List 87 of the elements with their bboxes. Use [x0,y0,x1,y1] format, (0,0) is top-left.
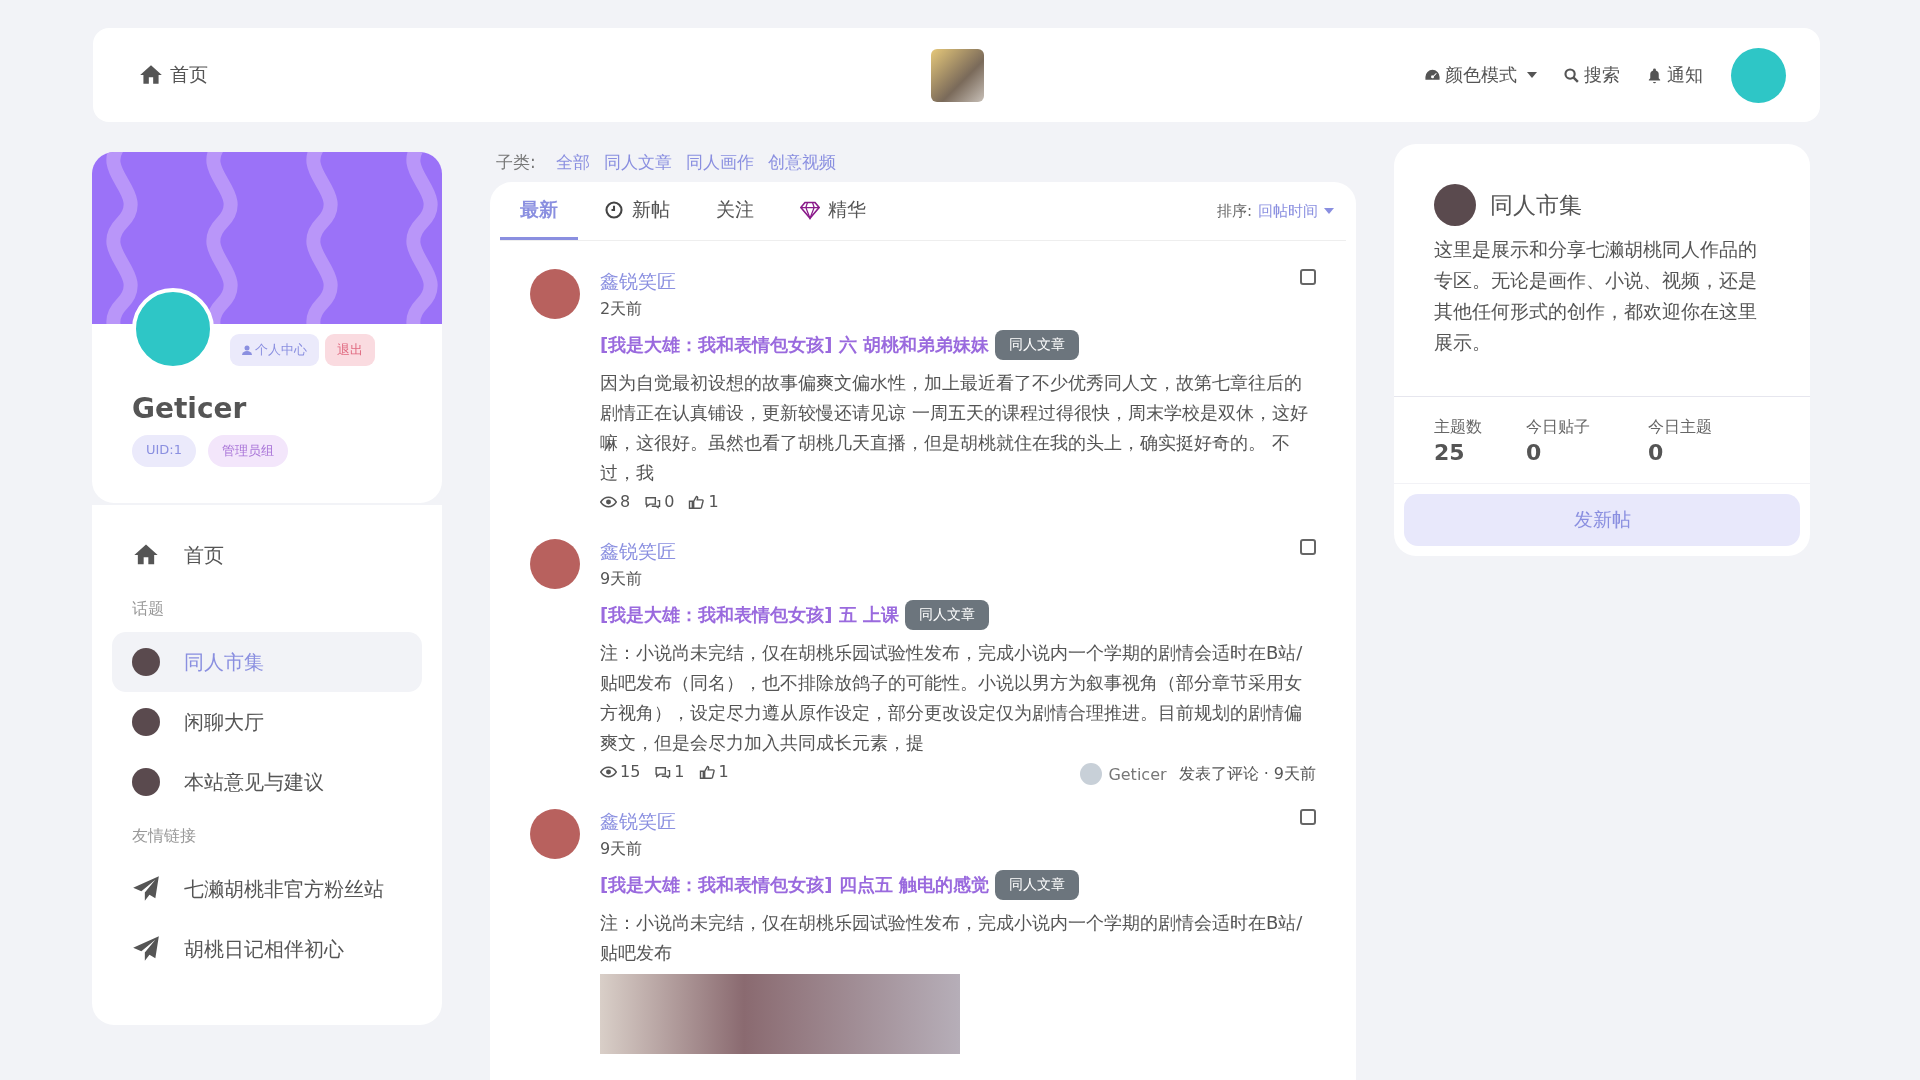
author-avatar[interactable] [530,539,580,589]
post-time: 2天前 [600,299,644,320]
category-link[interactable]: 同人文章 [603,150,672,174]
post-title[interactable]: [我是大雄：我和表情包女孩] 五 上课 [600,603,899,627]
eye-icon [600,494,617,509]
clock-icon [604,199,624,220]
user-name: Geticer [132,392,248,425]
sidebar-item[interactable]: 闲聊大厅 [112,692,422,752]
stat-value: 25 [1434,440,1466,465]
view-count: 15 [600,762,641,781]
sort-dropdown[interactable]: 回帖时间 [1258,201,1334,221]
gem-icon [800,199,820,220]
bell-icon [1646,66,1663,84]
topic-description: 这里是展示和分享七濑胡桃同人作品的专区。无论是画作、小说、视频，还是其他任何形式的创作，都欢迎你在这里展示。 [1434,237,1758,355]
new-post-button[interactable]: 发新帖 [1404,494,1800,546]
nav-link[interactable]: 颜色模式 [1424,63,1537,87]
thumbs-up-icon [698,764,716,779]
select-checkbox[interactable] [1300,269,1316,285]
category-tag[interactable]: 同人文章 [995,330,1079,360]
category-tag[interactable]: 同人文章 [995,870,1079,900]
topic-name: 同人市集 [1490,190,1582,220]
eye-icon [600,764,617,779]
nav-link[interactable]: 通知 [1646,63,1703,87]
author-name[interactable]: 鑫锐笑匠 [600,269,676,295]
feed-tab[interactable]: 关注 [696,182,774,240]
reply-user[interactable]: Geticer [1108,764,1167,784]
author-name[interactable]: 鑫锐笑匠 [600,809,676,835]
comment-count: 1 [654,762,685,781]
user-badge: UID:1 [132,435,196,467]
sort-label: 排序: [1216,201,1252,221]
paper-plane-icon [132,875,160,903]
select-checkbox[interactable] [1300,539,1316,555]
comment-count: 0 [644,492,675,511]
feed-tab[interactable]: 最新 [500,182,578,240]
category-link[interactable]: 创意视频 [767,150,836,174]
comments-icon [644,494,662,509]
category-link[interactable]: 全部 [555,150,590,174]
post-excerpt: 因为自觉最初设想的故事偏爽文偏水性，加上最近看了不少优秀同人文，故第七章往后的剧情正在认真铺设，更新较慢还请见谅 一周五天的课程过得很快，周末学校是双休，这好嘛，这很好。虽然也看了胡桃几天直播，但是胡桃就住在我的头上，确实挺好奇的。 不过，我 [600,371,1309,485]
thumbs-up-icon [688,494,706,509]
stat-label: 今日贴子 [1526,417,1591,438]
like-count: 1 [688,492,719,511]
category-tag[interactable]: 同人文章 [905,600,989,630]
comments-icon [654,764,672,779]
stat-value: 0 [1526,440,1543,465]
post-excerpt: 注：小说尚未完结，仅在胡桃乐园试验性发布，完成小说内一个学期的剧情会适时在B站/贴吧发布 [600,911,1304,965]
profile-button[interactable]: 退出 [325,334,375,366]
stat-label: 今日主题 [1648,417,1713,438]
sidebar-item[interactable]: 首页 [112,525,422,585]
post-title[interactable]: [我是大雄：我和表情包女孩] 六 胡桃和弟弟妹妹 [600,333,989,357]
logo-image[interactable] [930,48,984,102]
nav-link[interactable]: 搜索 [1563,63,1620,87]
sidebar-heading: 话题 [131,598,165,620]
sidebar-item[interactable]: 胡桃日记相伴初心 [112,919,422,979]
sidebar-item[interactable]: 七濑胡桃非官方粉丝站 [112,859,422,919]
author-avatar[interactable] [530,809,580,859]
sidebar-item[interactable]: 同人市集 [112,632,422,692]
topic-avatar [1434,184,1476,226]
post-excerpt: 注：小说尚未完结，仅在胡桃乐园试验性发布，完成小说内一个学期的剧情会适时在B站/贴吧发布（同名），也不排除放鸽子的可能性。小说以男方为叙事视角（部分章节采用女方视角），设定尽力遵从原作设定，部分更改设定仅为剧情合理推进。目前规划的剧情偏爽文，但是会尽力加入共同成长元素，提 [600,641,1304,755]
caret-icon [1324,208,1334,214]
avatar-icon [132,708,160,736]
search-icon [1563,66,1580,84]
user-badge: 管理员组 [208,435,288,467]
user-icon [242,345,252,355]
avatar-icon [132,648,160,676]
stat-value: 0 [1648,440,1665,465]
feed-tab[interactable]: 新帖 [584,182,690,240]
home-link[interactable]: 首页 [138,62,208,88]
category-label: 子类: [496,150,536,174]
profile-button[interactable]: 个人中心 [230,334,319,366]
sidebar-heading: 友情链接 [131,825,197,847]
feed-tab[interactable]: 精华 [780,182,886,240]
select-checkbox[interactable] [1300,809,1316,825]
author-avatar[interactable] [530,269,580,319]
post-time: 9天前 [600,569,644,590]
stat-label: 主题数 [1434,417,1483,438]
caret-icon [1527,72,1537,78]
like-count: 1 [698,762,729,781]
avatar-icon [132,768,160,796]
post-time: 9天前 [600,839,644,860]
user-avatar [1080,763,1103,785]
category-link[interactable]: 同人画作 [685,150,754,174]
author-name[interactable]: 鑫锐笑匠 [600,539,676,565]
paper-plane-icon [132,935,160,963]
reply-info: 发表了评论 · 9天前 [1178,763,1316,785]
sidebar-item[interactable]: 本站意见与建议 [112,752,422,812]
post-title[interactable]: [我是大雄：我和表情包女孩] 四点五 触电的感觉 [600,873,989,897]
view-count: 8 [600,492,631,511]
